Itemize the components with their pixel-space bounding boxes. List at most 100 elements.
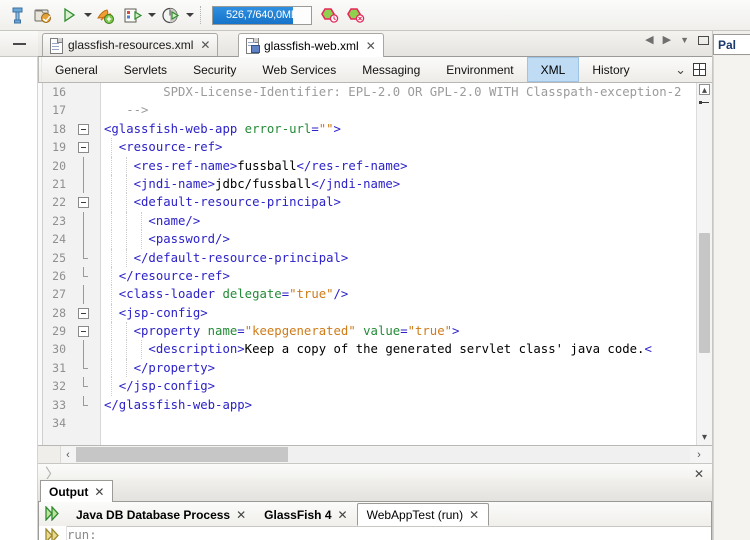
line-number: 19 bbox=[52, 140, 66, 155]
fold-line bbox=[83, 230, 84, 249]
netbeans-ide-window: 526,7/640,0MB glassfish-resources.xml ✕ … bbox=[0, 0, 750, 540]
code-text: </glassfish-web-app> bbox=[104, 397, 253, 412]
garbage-collect-button-2[interactable] bbox=[343, 3, 369, 28]
chevron-down-icon bbox=[186, 13, 194, 17]
fold-collapse-icon[interactable] bbox=[78, 123, 89, 135]
line-number: 25 bbox=[52, 250, 66, 265]
code-line[interactable]: 27 <class-loader delegate="true"/> bbox=[38, 285, 712, 304]
horizontal-scrollbar-thumb[interactable] bbox=[76, 447, 288, 462]
tab-servlets[interactable]: Servlets bbox=[111, 57, 180, 82]
tab-history[interactable]: History bbox=[579, 57, 642, 82]
code-line[interactable]: 30 <description>Keep a copy of the gener… bbox=[38, 340, 712, 359]
output-window-tab-bar: Output ✕ bbox=[38, 479, 712, 502]
tab-security[interactable]: Security bbox=[180, 57, 249, 82]
run-icon bbox=[64, 7, 76, 23]
code-line[interactable]: 22 <default-resource-principal> bbox=[38, 193, 712, 212]
tab-xml[interactable]: XML bbox=[526, 57, 580, 82]
code-line[interactable]: 29 <property name="keepgenerated" value=… bbox=[38, 322, 712, 341]
profile-project-button[interactable] bbox=[120, 3, 146, 28]
code-line[interactable]: 18 <glassfish-web-app error-url=""> bbox=[38, 120, 712, 138]
minimize-window-group-button[interactable] bbox=[0, 31, 38, 57]
tab-general[interactable]: General bbox=[42, 57, 111, 82]
output-tab-java-db-database-process[interactable]: Java DB Database Process ✕ bbox=[67, 503, 255, 526]
test-project-dropdown[interactable] bbox=[184, 3, 196, 28]
minimize-icon bbox=[12, 42, 26, 45]
multiview-overflow-button[interactable]: ⌄ bbox=[675, 63, 686, 76]
fold-collapse-icon[interactable] bbox=[78, 326, 89, 338]
fold-end-icon bbox=[83, 377, 88, 388]
debug-project-button[interactable] bbox=[94, 3, 120, 28]
editor-horizontal-scrollbar[interactable]: ‹ › bbox=[38, 446, 712, 464]
code-line[interactable]: 21 <jndi-name>jdbc/fussball</jndi-name> bbox=[38, 174, 712, 194]
code-line[interactable]: 26 </resource-ref> bbox=[38, 266, 712, 286]
vertical-scrollbar-thumb[interactable] bbox=[699, 233, 710, 353]
output-gutter bbox=[39, 526, 67, 540]
output-io-tab-row: Java DB Database Process ✕ GlassFish 4 ✕… bbox=[39, 502, 711, 527]
maximize-icon[interactable] bbox=[698, 36, 709, 45]
fold-collapse-icon[interactable] bbox=[78, 307, 89, 319]
garbage-collect-button-1[interactable] bbox=[317, 3, 343, 28]
editor-vertical-scrollbar[interactable]: ▴ ▾ bbox=[696, 83, 712, 445]
scroll-tabs-right-button[interactable]: ▶ bbox=[663, 35, 671, 46]
code-line[interactable]: 20 <res-ref-name>fussball</res-ref-name> bbox=[38, 156, 712, 175]
code-line[interactable]: 24 <password/> bbox=[38, 230, 712, 249]
rerun-icon-secondary[interactable] bbox=[44, 528, 61, 540]
scroll-left-button[interactable]: ‹ bbox=[60, 446, 76, 463]
line-number: 24 bbox=[52, 232, 66, 247]
output-window-close-button[interactable]: ✕ bbox=[94, 485, 104, 499]
rerun-icon[interactable] bbox=[44, 506, 61, 521]
document-list-dropdown-button[interactable]: ▼ bbox=[680, 36, 689, 45]
memory-usage-meter[interactable]: 526,7/640,0MB bbox=[212, 5, 312, 25]
run-project-button[interactable] bbox=[56, 3, 82, 28]
fold-collapse-icon[interactable] bbox=[78, 142, 89, 154]
code-text: </resource-ref> bbox=[104, 268, 230, 283]
code-lines: 16 SPDX-License-Identifier: EPL-2.0 OR G… bbox=[38, 83, 712, 432]
test-project-button[interactable] bbox=[158, 3, 184, 28]
scroll-down-button[interactable]: ▾ bbox=[697, 430, 712, 445]
document-tab-glassfish-web-xml[interactable]: glassfish-web.xml ✕ bbox=[238, 33, 384, 57]
code-text: SPDX-License-Identifier: EPL-2.0 OR GPL-… bbox=[104, 85, 682, 99]
code-editor-area[interactable]: 16 SPDX-License-Identifier: EPL-2.0 OR G… bbox=[38, 83, 712, 446]
tab-web-services[interactable]: Web Services bbox=[249, 57, 349, 82]
document-tab-glassfish-resources-xml[interactable]: glassfish-resources.xml ✕ bbox=[42, 33, 219, 56]
code-line[interactable]: 31 </property> bbox=[38, 358, 712, 378]
code-line[interactable]: 25 </default-resource-principal> bbox=[38, 248, 712, 267]
document-tab-close-button[interactable]: ✕ bbox=[200, 38, 210, 52]
scroll-up-button[interactable]: ▴ bbox=[697, 83, 712, 98]
scrollbar-corner bbox=[38, 446, 61, 463]
profile-project-dropdown[interactable] bbox=[146, 3, 158, 28]
output-tab-close-button[interactable]: ✕ bbox=[236, 508, 246, 522]
code-line[interactable]: 16 SPDX-License-Identifier: EPL-2.0 OR G… bbox=[38, 83, 712, 101]
output-tab-webapptest-run[interactable]: WebAppTest (run) ✕ bbox=[356, 503, 490, 526]
document-tab-close-button[interactable]: ✕ bbox=[366, 39, 376, 53]
toolbar-separator bbox=[200, 6, 203, 24]
code-line[interactable]: 33 </glassfish-web-app> bbox=[38, 395, 712, 414]
palette-dock: Pal bbox=[712, 31, 750, 540]
palette-title[interactable]: Pal bbox=[713, 34, 750, 55]
code-line[interactable]: 23 <name/> bbox=[38, 211, 712, 231]
code-line[interactable]: 17 --> bbox=[38, 101, 712, 119]
code-line[interactable]: 34 bbox=[38, 414, 712, 432]
chevron-down-icon bbox=[148, 13, 156, 17]
tab-environment[interactable]: Environment bbox=[433, 57, 526, 82]
fold-collapse-icon[interactable] bbox=[78, 197, 89, 209]
tab-messaging[interactable]: Messaging bbox=[349, 57, 433, 82]
output-tab-close-button[interactable]: ✕ bbox=[469, 508, 479, 522]
code-line[interactable]: 19 <resource-ref> bbox=[38, 138, 712, 157]
output-tab-close-button[interactable]: ✕ bbox=[338, 508, 348, 522]
code-line[interactable]: 32 </jsp-config> bbox=[38, 377, 712, 396]
code-text: <jsp-config> bbox=[104, 305, 208, 320]
scroll-tabs-left-button[interactable]: ◀ bbox=[645, 35, 653, 46]
line-number: 32 bbox=[52, 379, 66, 394]
scroll-right-button[interactable]: › bbox=[691, 446, 707, 463]
output-window-tab[interactable]: Output ✕ bbox=[40, 480, 114, 502]
new-project-button[interactable] bbox=[30, 3, 56, 28]
code-line[interactable]: 28 <jsp-config> bbox=[38, 303, 712, 323]
new-file-button[interactable] bbox=[4, 3, 30, 28]
multiview-right-controls: ⌄ bbox=[675, 57, 712, 82]
output-tab-glassfish-4[interactable]: GlassFish 4 ✕ bbox=[255, 503, 356, 526]
output-window-body: Java DB Database Process ✕ GlassFish 4 ✕… bbox=[38, 502, 712, 540]
grid-icon[interactable] bbox=[693, 63, 706, 76]
run-project-dropdown[interactable] bbox=[82, 3, 94, 28]
line-number: 27 bbox=[52, 287, 66, 302]
